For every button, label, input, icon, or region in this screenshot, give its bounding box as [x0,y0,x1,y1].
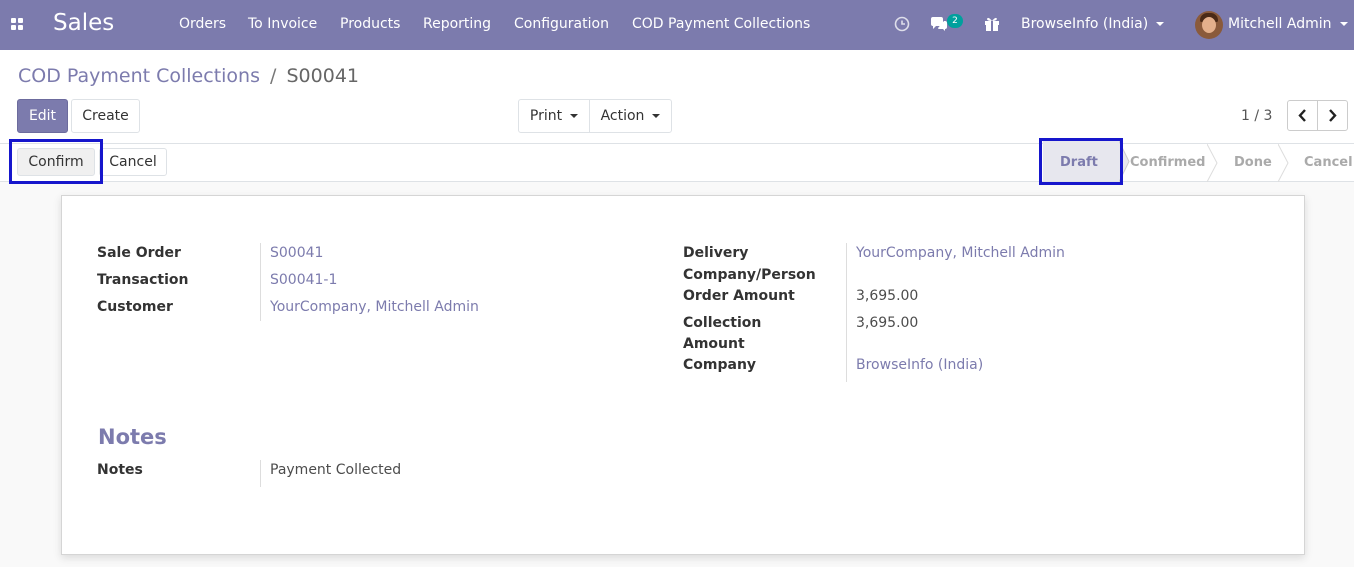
user-avatar[interactable] [1195,11,1223,39]
breadcrumb-parent[interactable]: COD Payment Collections [18,65,260,87]
stage-arrow [1278,144,1289,182]
label-delivery-1: Delivery [683,245,749,261]
breadcrumb-current: S00041 [286,65,360,87]
chevron-right-icon [1329,109,1337,122]
apps-grid-icon[interactable] [11,18,25,32]
gift-icon[interactable] [984,16,1000,32]
value-delivery-person[interactable]: YourCompany, Mitchell Admin [856,243,1065,264]
value-sale-order[interactable]: S00041 [270,243,323,264]
app-brand[interactable]: Sales [53,10,114,36]
user-menu[interactable]: Mitchell Admin [1228,16,1348,32]
menu-configuration[interactable]: Configuration [514,16,609,32]
label-customer: Customer [97,299,173,315]
create-button[interactable]: Create [71,99,140,133]
stage-draft[interactable]: Draft [1060,155,1098,170]
breadcrumb: COD Payment Collections / S00041 [18,65,359,87]
top-navbar: Sales Orders To Invoice Products Reporti… [0,0,1354,50]
pager-value[interactable]: 1 / 3 [1241,108,1272,124]
value-order-amount: 3,695.00 [856,288,919,304]
value-transaction[interactable]: S00041-1 [270,270,337,291]
pager-previous-button[interactable] [1287,100,1318,131]
confirm-button[interactable]: Confirm [17,148,95,176]
label-delivery-2: Company/Person [683,267,816,283]
label-sale-order: Sale Order [97,245,181,261]
cancel-button[interactable]: Cancel [99,148,167,176]
user-name: Mitchell Admin [1228,16,1332,32]
caret-down-icon [570,114,579,118]
label-notes: Notes [97,462,143,478]
company-name: BrowseInfo (India) [1021,16,1149,32]
label-collection-2: Amount [683,336,745,352]
divider [846,243,847,382]
action-dropdown[interactable]: Action [589,99,672,133]
menu-orders[interactable]: Orders [179,16,226,32]
value-collection-amount: 3,695.00 [856,315,919,331]
stage-done[interactable]: Done [1234,155,1272,170]
action-label: Action [600,108,645,124]
chat-icon[interactable] [930,16,948,32]
stage-arrow [1207,144,1218,182]
menu-products[interactable]: Products [340,16,400,32]
menu-cod-payment-collections[interactable]: COD Payment Collections [632,16,810,32]
caret-down-icon [652,114,661,118]
company-switcher[interactable]: BrowseInfo (India) [1021,16,1165,32]
print-label: Print [529,108,563,124]
label-order-amount: Order Amount [683,288,795,304]
messages-badge: 2 [947,14,963,28]
menu-reporting[interactable]: Reporting [423,16,491,32]
caret-down-icon [1156,22,1165,26]
notes-section-title: Notes [98,425,167,449]
value-customer[interactable]: YourCompany, Mitchell Admin [270,297,479,318]
divider [260,460,261,487]
chevron-left-icon [1298,109,1306,122]
divider [260,243,261,321]
label-collection-1: Collection [683,315,762,331]
menu-to-invoice[interactable]: To Invoice [248,16,317,32]
print-dropdown[interactable]: Print [518,99,590,133]
label-company: Company [683,357,757,373]
caret-down-icon [1339,22,1348,26]
pager-next-button[interactable] [1317,100,1348,131]
stage-confirmed[interactable]: Confirmed [1130,155,1205,170]
value-company[interactable]: BrowseInfo (India) [856,355,983,376]
label-transaction: Transaction [97,272,189,288]
breadcrumb-separator: / [270,65,277,87]
clock-icon[interactable] [894,16,910,32]
stage-cancel[interactable]: Cancel [1304,155,1353,170]
edit-button[interactable]: Edit [17,99,68,133]
value-notes: Payment Collected [270,462,402,478]
